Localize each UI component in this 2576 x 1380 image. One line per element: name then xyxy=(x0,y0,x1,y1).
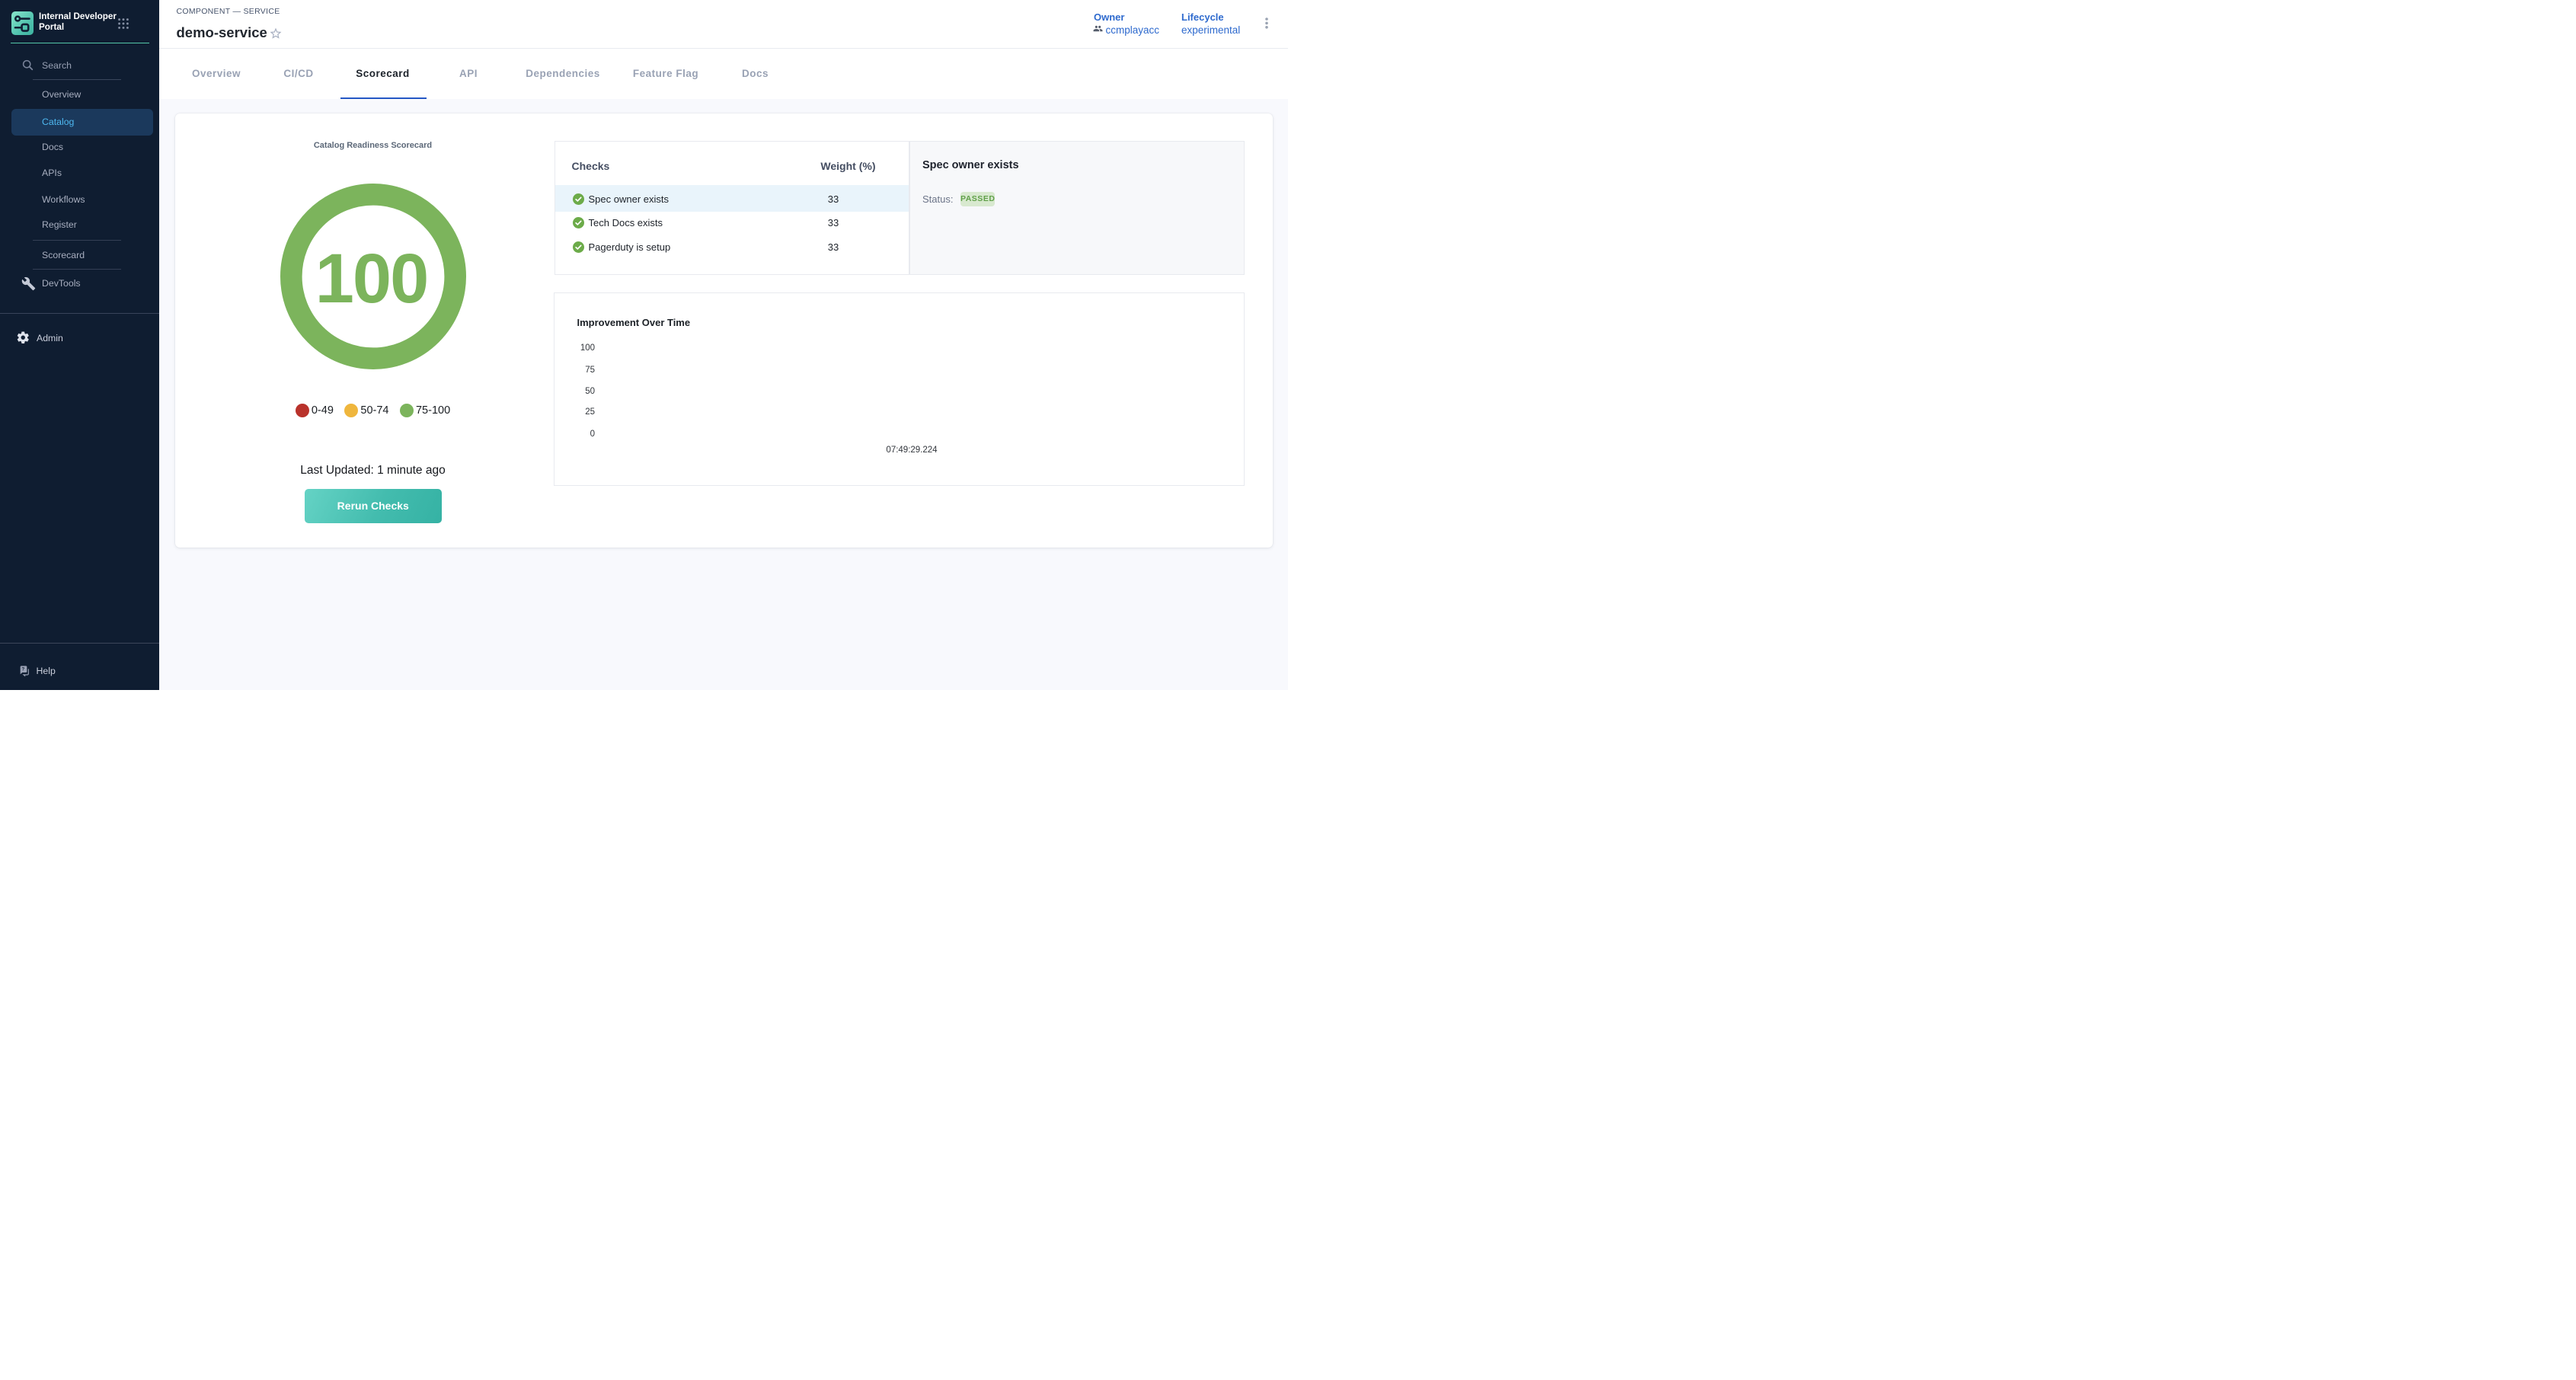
svg-text:?: ? xyxy=(21,667,24,672)
